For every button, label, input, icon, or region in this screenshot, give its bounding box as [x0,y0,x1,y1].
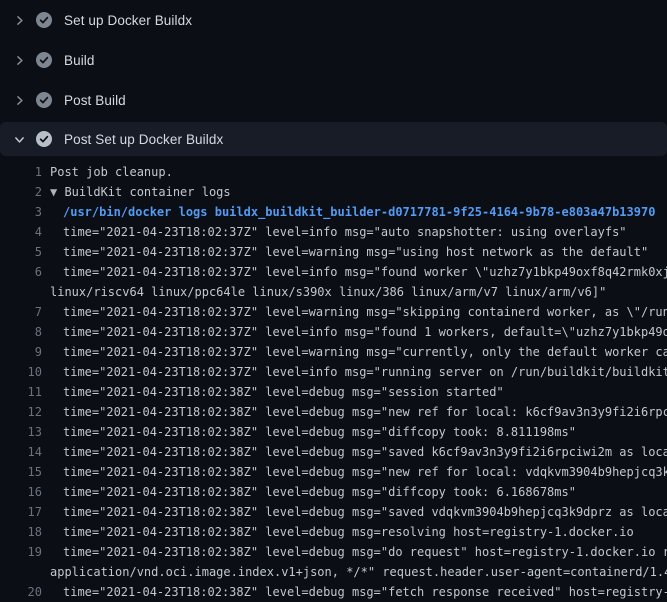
log-line: application/vnd.oci.image.index.v1+json,… [0,562,667,582]
line-number[interactable]: 6 [0,262,42,282]
line-number[interactable]: 11 [0,382,42,402]
line-number[interactable]: 8 [0,322,42,342]
log-text: time="2021-04-23T18:02:38Z" level=debug … [50,542,667,562]
log-text: time="2021-04-23T18:02:38Z" level=debug … [50,442,667,462]
chevron-right-icon[interactable] [12,93,26,107]
log-area: 1 Post job cleanup. 2 ▼ BuildKit container … [0,156,667,602]
line-number[interactable]: 19 [0,542,42,562]
steps-list: Set up Docker Buildx Build Post Build Post … [0,0,667,156]
line-number[interactable]: 4 [0,222,42,242]
log-line: 8 time="2021-04-23T18:02:37Z" level=info … [0,322,667,342]
chevron-right-icon[interactable] [12,53,26,67]
step-row-build[interactable]: Build [0,40,667,80]
line-number[interactable]: 1 [0,162,42,182]
log-line: 4 time="2021-04-23T18:02:37Z" level=info … [0,222,667,242]
success-check-circle-icon [36,92,52,108]
log-line: linux/riscv64 linux/ppc64le linux/s390x … [0,282,667,302]
log-line: 3/usr/bin/docker logs buildx_buildkit_bu… [0,202,667,222]
step-label: Post Build [64,93,126,108]
success-check-circle-icon [36,131,52,147]
log-line: 20 time="2021-04-23T18:02:38Z" level=debu… [0,582,667,602]
log-text: ▼ BuildKit container logs [50,182,231,202]
line-number[interactable]: 20 [0,582,42,602]
line-number[interactable]: 12 [0,402,42,422]
log-command-text: /usr/bin/docker logs buildx_buildkit_bui… [50,202,655,222]
log-text: time="2021-04-23T18:02:38Z" level=debug … [50,382,504,402]
log-text: time="2021-04-23T18:02:38Z" level=debug … [50,482,576,502]
line-number[interactable]: 9 [0,342,42,362]
log-text: Post job cleanup. [50,162,173,182]
step-label: Post Set up Docker Buildx [64,132,223,147]
chevron-right-icon[interactable] [12,13,26,27]
line-number[interactable]: 5 [0,242,42,262]
log-text: linux/riscv64 linux/ppc64le linux/s390x … [50,282,606,302]
log-line: 6 time="2021-04-23T18:02:37Z" level=info … [0,262,667,282]
log-text: time="2021-04-23T18:02:37Z" level=info m… [50,222,627,242]
line-number[interactable]: 13 [0,422,42,442]
log-line: 9 time="2021-04-23T18:02:37Z" level=warni… [0,342,667,362]
success-check-circle-icon [36,52,52,68]
line-number[interactable]: 7 [0,302,42,322]
log-text: time="2021-04-23T18:02:37Z" level=info m… [50,262,667,282]
step-row-set-up-docker-buildx[interactable]: Set up Docker Buildx [0,0,667,40]
log-line: 11 time="2021-04-23T18:02:38Z" level=debu… [0,382,667,402]
log-text: time="2021-04-23T18:02:37Z" level=warnin… [50,342,667,362]
log-text: time="2021-04-23T18:02:38Z" level=debug … [50,402,667,422]
step-label: Build [64,53,95,68]
log-line: 15 time="2021-04-23T18:02:38Z" level=debu… [0,462,667,482]
line-number[interactable]: 16 [0,482,42,502]
log-line: 5 time="2021-04-23T18:02:37Z" level=warni… [0,242,667,262]
log-text: time="2021-04-23T18:02:38Z" level=debug … [50,582,667,602]
line-number[interactable]: 15 [0,462,42,482]
log-text: time="2021-04-23T18:02:38Z" level=debug … [50,462,667,482]
log-text: time="2021-04-23T18:02:37Z" level=warnin… [50,242,648,262]
log-line: 18 time="2021-04-23T18:02:38Z" level=debu… [0,522,667,542]
log-line: 10 time="2021-04-23T18:02:37Z" level=info… [0,362,667,382]
step-row-post-build[interactable]: Post Build [0,80,667,120]
log-line: 13 time="2021-04-23T18:02:38Z" level=debu… [0,422,667,442]
chevron-down-icon[interactable] [12,132,26,146]
log-line: 19 time="2021-04-23T18:02:38Z" level=debu… [0,542,667,562]
log-line: 2 ▼ BuildKit container logs [0,182,667,202]
line-number[interactable]: 2 [0,182,42,202]
line-number[interactable]: 10 [0,362,42,382]
line-number[interactable]: 18 [0,522,42,542]
log-text: time="2021-04-23T18:02:37Z" level=warnin… [50,302,667,322]
line-number[interactable] [0,282,42,302]
group-collapse-toggle-icon[interactable]: ▼ [50,185,57,199]
log-line: 14 time="2021-04-23T18:02:38Z" level=debu… [0,442,667,462]
step-label: Set up Docker Buildx [64,13,192,28]
log-line: 16 time="2021-04-23T18:02:38Z" level=debu… [0,482,667,502]
log-line: 1 Post job cleanup. [0,162,667,182]
log-line: 12 time="2021-04-23T18:02:38Z" level=debu… [0,402,667,422]
log-text: time="2021-04-23T18:02:38Z" level=debug … [50,522,634,542]
log-line: 7 time="2021-04-23T18:02:37Z" level=warni… [0,302,667,322]
line-number[interactable]: 17 [0,502,42,522]
log-text: time="2021-04-23T18:02:37Z" level=info m… [50,322,667,342]
success-check-circle-icon [36,12,52,28]
line-number[interactable]: 14 [0,442,42,462]
log-text: time="2021-04-23T18:02:38Z" level=debug … [50,422,576,442]
line-number[interactable]: 3 [0,202,42,222]
log-line: 17 time="2021-04-23T18:02:38Z" level=debu… [0,502,667,522]
log-text: time="2021-04-23T18:02:37Z" level=info m… [50,362,667,382]
step-row-post-set-up-docker-buildx[interactable]: Post Set up Docker Buildx [0,122,667,156]
log-text: time="2021-04-23T18:02:38Z" level=debug … [50,502,667,522]
log-text: application/vnd.oci.image.index.v1+json,… [50,562,667,582]
line-number[interactable] [0,562,42,582]
